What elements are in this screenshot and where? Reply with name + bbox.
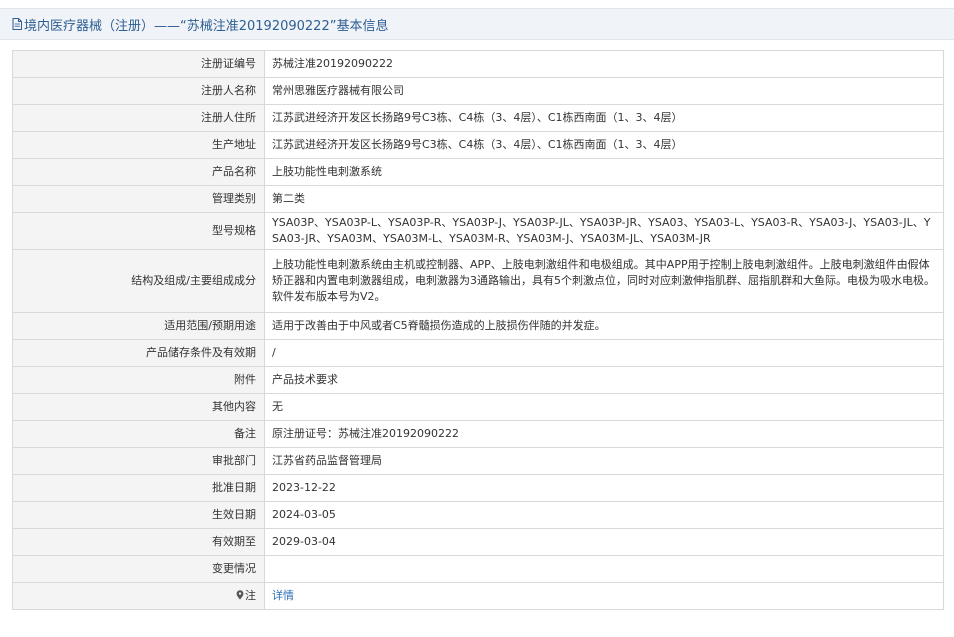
note-row: 注 详情 <box>12 582 944 610</box>
page-header: 境内医疗器械（注册）——“苏械注准20192090222”基本信息 <box>0 8 954 40</box>
row-label: 产品储存条件及有效期 <box>12 339 265 367</box>
row-label: 型号规格 <box>12 212 265 250</box>
table-row: 产品储存条件及有效期 / <box>12 339 944 367</box>
table-row: 产品名称 上肢功能性电刺激系统 <box>12 158 944 186</box>
table-row: 注册人住所 江苏武进经济开发区长扬路9号C3栋、C4栋（3、4层）、C1栋西南面… <box>12 104 944 132</box>
row-label: 附件 <box>12 366 265 394</box>
table-row: 其他内容 无 <box>12 393 944 421</box>
row-label: 注册证编号 <box>12 50 265 78</box>
table-row: 管理类别 第二类 <box>12 185 944 213</box>
row-value: 2024-03-05 <box>264 501 944 529</box>
table-row: 结构及组成/主要组成成分 上肢功能性电刺激系统由主机或控制器、APP、上肢电刺激… <box>12 249 944 313</box>
row-label: 批准日期 <box>12 474 265 502</box>
row-value: 江苏武进经济开发区长扬路9号C3栋、C4栋（3、4层）、C1栋西南面（1、3、4… <box>264 104 944 132</box>
note-label-cell: 注 <box>12 582 265 610</box>
pin-icon <box>236 590 244 600</box>
row-value: / <box>264 339 944 367</box>
table-row: 附件 产品技术要求 <box>12 366 944 394</box>
row-value: 原注册证号：苏械注准20192090222 <box>264 420 944 448</box>
row-value: 上肢功能性电刺激系统由主机或控制器、APP、上肢电刺激组件和电极组成。其中APP… <box>264 249 944 313</box>
table-row: 批准日期 2023-12-22 <box>12 474 944 502</box>
row-value: 江苏武进经济开发区长扬路9号C3栋、C4栋（3、4层）、C1栋西南面（1、3、4… <box>264 131 944 159</box>
table-row: 注册人名称 常州思雅医疗器械有限公司 <box>12 77 944 105</box>
note-label: 注 <box>245 589 256 602</box>
row-value: 2029-03-04 <box>264 528 944 556</box>
row-value: 2023-12-22 <box>264 474 944 502</box>
table-row: 生效日期 2024-03-05 <box>12 501 944 529</box>
row-value: YSA03P、YSA03P-L、YSA03P-R、YSA03P-J、YSA03P… <box>264 212 944 250</box>
table-row: 适用范围/预期用途 适用于改善由于中风或者C5脊髓损伤造成的上肢损伤伴随的并发症… <box>12 312 944 340</box>
row-value: 江苏省药品监督管理局 <box>264 447 944 475</box>
row-label: 生产地址 <box>12 131 265 159</box>
table-row: 审批部门 江苏省药品监督管理局 <box>12 447 944 475</box>
row-value: 适用于改善由于中风或者C5脊髓损伤造成的上肢损伤伴随的并发症。 <box>264 312 944 340</box>
table-row: 生产地址 江苏武进经济开发区长扬路9号C3栋、C4栋（3、4层）、C1栋西南面（… <box>12 131 944 159</box>
row-label: 管理类别 <box>12 185 265 213</box>
page-title: 境内医疗器械（注册）——“苏械注准20192090222”基本信息 <box>24 18 389 34</box>
row-label: 有效期至 <box>12 528 265 556</box>
note-value-cell: 详情 <box>264 582 944 610</box>
row-value: 苏械注准20192090222 <box>264 50 944 78</box>
row-value: 上肢功能性电刺激系统 <box>264 158 944 186</box>
details-link[interactable]: 详情 <box>272 589 294 602</box>
table-row: 有效期至 2029-03-04 <box>12 528 944 556</box>
document-icon <box>12 18 22 30</box>
row-value: 第二类 <box>264 185 944 213</box>
info-table-container: 注册证编号 苏械注准20192090222 注册人名称 常州思雅医疗器械有限公司… <box>12 50 944 610</box>
row-label: 生效日期 <box>12 501 265 529</box>
row-value <box>264 555 944 583</box>
row-label: 备注 <box>12 420 265 448</box>
table-row: 变更情况 <box>12 555 944 583</box>
info-table: 注册证编号 苏械注准20192090222 注册人名称 常州思雅医疗器械有限公司… <box>12 50 944 610</box>
table-row: 型号规格 YSA03P、YSA03P-L、YSA03P-R、YSA03P-J、Y… <box>12 212 944 250</box>
table-row: 注册证编号 苏械注准20192090222 <box>12 50 944 78</box>
row-label: 变更情况 <box>12 555 265 583</box>
row-label: 产品名称 <box>12 158 265 186</box>
row-label: 结构及组成/主要组成成分 <box>12 249 265 313</box>
row-value: 无 <box>264 393 944 421</box>
row-label: 注册人住所 <box>12 104 265 132</box>
table-row: 备注 原注册证号：苏械注准20192090222 <box>12 420 944 448</box>
row-value: 常州思雅医疗器械有限公司 <box>264 77 944 105</box>
row-label: 其他内容 <box>12 393 265 421</box>
row-label: 适用范围/预期用途 <box>12 312 265 340</box>
row-value: 产品技术要求 <box>264 366 944 394</box>
row-label: 注册人名称 <box>12 77 265 105</box>
row-label: 审批部门 <box>12 447 265 475</box>
